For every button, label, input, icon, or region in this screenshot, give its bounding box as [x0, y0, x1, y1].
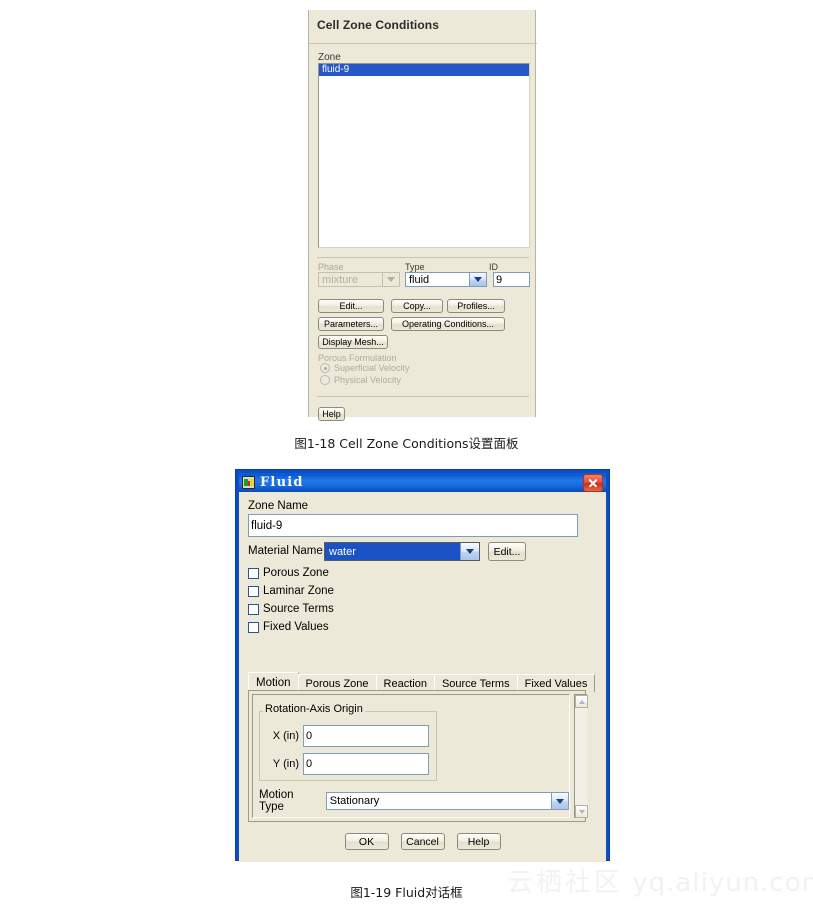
y-origin-label: Y (in)	[272, 758, 299, 770]
tab-panel-motion: Rotation-Axis Origin X (in) 0 Y (in) 0 M…	[248, 690, 588, 822]
type-select[interactable]: fluid	[405, 272, 487, 287]
type-label: Type	[405, 262, 425, 272]
dialog-title: Fluid	[260, 475, 304, 490]
chevron-down-icon[interactable]	[469, 273, 486, 286]
dialog-body: Zone Name fluid-9 Material Name water Ed…	[239, 492, 606, 862]
x-origin-input[interactable]: 0	[303, 725, 429, 747]
motion-pane-scrollbar[interactable]	[574, 694, 588, 818]
chevron-down-icon[interactable]	[460, 543, 479, 560]
title-divider	[309, 43, 537, 44]
zone-listbox[interactable]: fluid-9	[318, 63, 530, 248]
checkbox-label: Fixed Values	[263, 621, 329, 633]
checkbox-label: Porous Zone	[263, 567, 329, 579]
help-button[interactable]: Help	[318, 407, 345, 421]
radio-superficial-velocity: Superficial Velocity	[320, 363, 410, 373]
scroll-up-icon[interactable]	[575, 695, 588, 708]
display-mesh-button[interactable]: Display Mesh...	[318, 335, 388, 349]
x-origin-label: X (in)	[272, 730, 299, 742]
y-origin-input[interactable]: 0	[303, 753, 429, 775]
checkbox-icon[interactable]	[248, 567, 259, 579]
figure-caption-1: 图1-18 Cell Zone Conditions设置面板	[294, 436, 519, 451]
zone-list-label: Zone	[318, 52, 341, 63]
id-field[interactable]: 9	[493, 272, 530, 287]
motion-type-value: Stationary	[329, 795, 380, 807]
chevron-down-icon	[382, 273, 399, 286]
material-name-value: water	[325, 543, 460, 560]
dialog-button-bar: OK Cancel Help	[240, 825, 605, 861]
copy-button[interactable]: Copy...	[391, 299, 443, 313]
tab-strip: Motion Porous Zone Reaction Source Terms…	[248, 672, 596, 692]
checkbox-label: Source Terms	[263, 603, 334, 615]
edit-button[interactable]: Edit...	[318, 299, 384, 313]
profiles-button[interactable]: Profiles...	[447, 299, 505, 313]
material-name-label: Material Name	[248, 545, 323, 557]
parameters-button[interactable]: Parameters...	[318, 317, 384, 331]
dialog-titlebar[interactable]: Fluid	[239, 473, 606, 492]
type-value: fluid	[409, 273, 430, 286]
x-origin-row: X (in) 0	[261, 725, 429, 747]
checkbox-source-terms[interactable]: Source Terms	[248, 603, 334, 615]
phase-value: mixture	[322, 273, 359, 286]
checkbox-icon[interactable]	[248, 585, 259, 597]
phase-label: Phase	[318, 262, 344, 272]
porous-formulation-label: Porous Formulation	[318, 353, 397, 363]
operating-conditions-button[interactable]: Operating Conditions...	[391, 317, 505, 331]
checkbox-fixed-values[interactable]: Fixed Values	[248, 621, 329, 633]
ok-button[interactable]: OK	[344, 833, 389, 850]
id-label: ID	[489, 262, 498, 272]
material-name-select[interactable]: water	[324, 542, 480, 561]
help-button[interactable]: Help	[456, 833, 501, 850]
close-icon[interactable]	[583, 473, 603, 492]
motion-type-label: Motion Type	[259, 789, 294, 813]
page-title: Cell Zone Conditions	[317, 18, 439, 32]
cancel-button[interactable]: Cancel	[400, 833, 445, 850]
section-divider-2	[317, 396, 529, 397]
motion-type-row: Motion Type Stationary	[259, 789, 569, 813]
radio-icon	[320, 375, 330, 385]
radio-physical-velocity: Physical Velocity	[320, 375, 401, 385]
cell-zone-conditions-panel: Cell Zone Conditions Zone fluid-9 Phase …	[308, 10, 537, 421]
zone-name-label: Zone Name	[248, 500, 309, 512]
radio-label: Superficial Velocity	[334, 363, 410, 373]
scroll-down-icon[interactable]	[575, 805, 588, 818]
y-origin-row: Y (in) 0	[261, 753, 429, 775]
radio-icon	[320, 363, 330, 373]
app-icon	[242, 476, 255, 489]
rotation-axis-origin-label: Rotation-Axis Origin	[263, 703, 365, 715]
radio-label: Physical Velocity	[334, 375, 402, 385]
motion-type-select[interactable]: Stationary	[325, 792, 569, 810]
watermark-url: yq.aliyun.com	[632, 868, 813, 898]
fluid-dialog: Fluid Zone Name fluid-9 Material Name wa…	[235, 469, 610, 862]
list-item[interactable]: fluid-9	[319, 64, 529, 76]
watermark: 云栖社区 yq.aliyun.com	[507, 862, 813, 899]
section-divider-1	[317, 257, 529, 258]
checkbox-label: Laminar Zone	[263, 585, 334, 597]
checkbox-icon[interactable]	[248, 621, 259, 633]
checkbox-laminar-zone[interactable]: Laminar Zone	[248, 585, 334, 597]
material-edit-button[interactable]: Edit...	[488, 542, 526, 561]
phase-select: mixture	[318, 272, 400, 287]
chevron-down-icon[interactable]	[551, 793, 568, 809]
checkbox-icon[interactable]	[248, 603, 259, 615]
watermark-cn: 云栖社区	[507, 868, 624, 898]
zone-name-input[interactable]: fluid-9	[248, 514, 578, 537]
motion-scroll-content: Rotation-Axis Origin X (in) 0 Y (in) 0 M…	[252, 694, 570, 818]
checkbox-porous-zone[interactable]: Porous Zone	[248, 567, 329, 579]
tab-motion[interactable]: Motion	[248, 672, 299, 692]
